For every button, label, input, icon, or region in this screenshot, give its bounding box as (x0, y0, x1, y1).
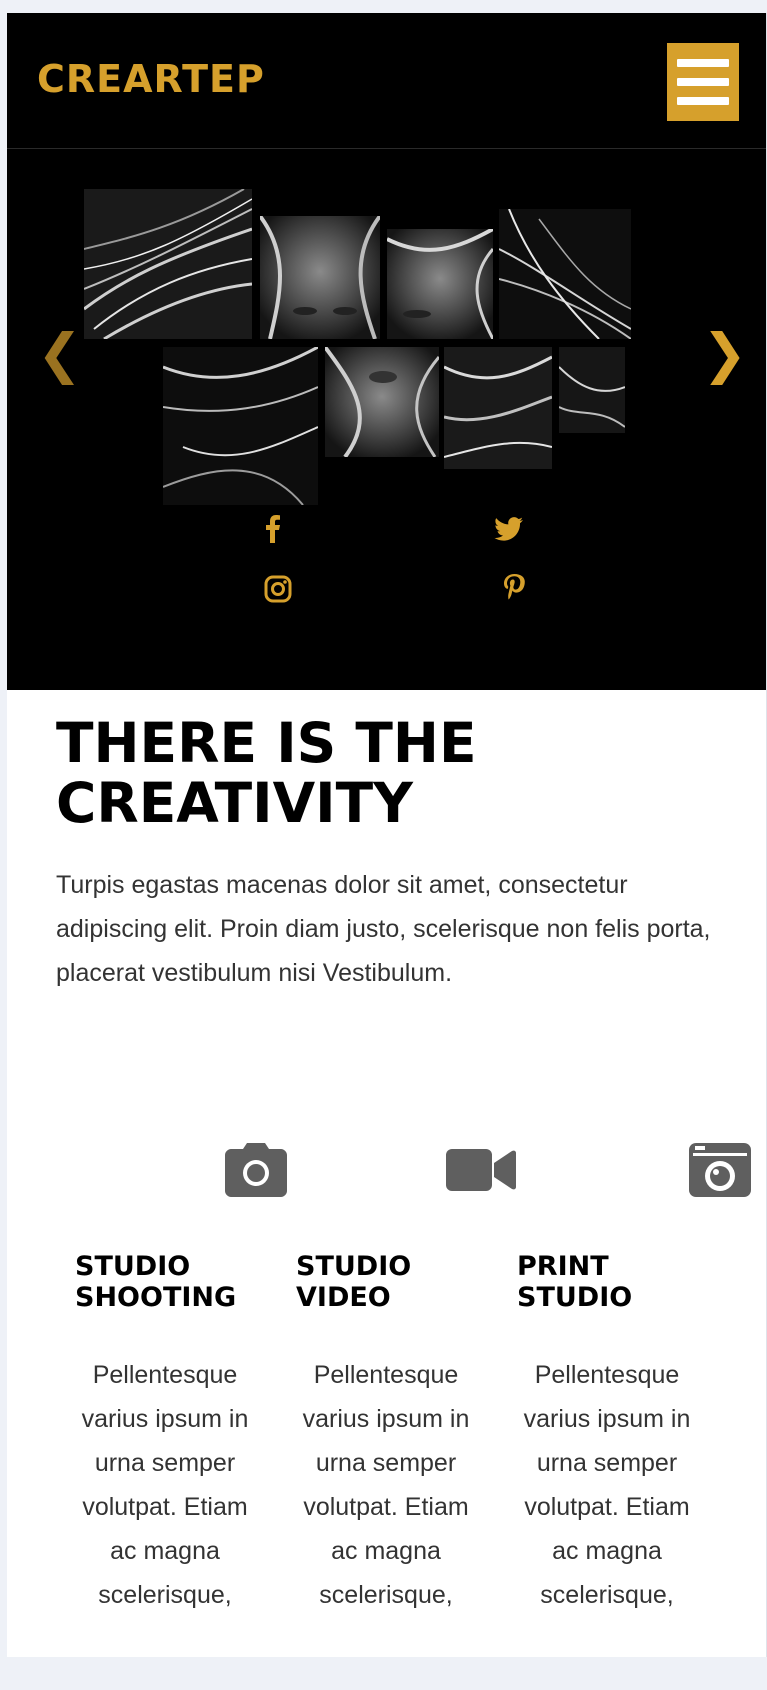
hero-slider: ❮ ❯ (7, 149, 766, 690)
page: CREARTEP ❮ ❯ THERE IS THE CREATIVITY Tur… (7, 13, 767, 1657)
intro-text: Turpis egastas macenas dolor sit amet, c… (56, 871, 711, 987)
service-title: STUDIO SHOOTING (75, 1251, 237, 1313)
camera-icon (225, 1143, 287, 1197)
site-logo[interactable]: CREARTEP (37, 57, 265, 101)
service-studio-video: STUDIO VIDEO Pellentesque varius ipsum i… (296, 1143, 516, 1657)
service-print-studio: PRINT STUDIO Pellentesque varius ipsum i… (517, 1143, 751, 1657)
pinterest-icon[interactable] (494, 567, 534, 607)
mosaic-tile (260, 216, 380, 339)
mosaic-tile (499, 209, 631, 339)
photo-mosaic (7, 149, 766, 549)
mosaic-tile (444, 347, 552, 469)
print-camera-icon (689, 1143, 751, 1197)
instagram-icon[interactable] (258, 569, 298, 609)
service-studio-shooting: STUDIO SHOOTING Pellentesque varius ipsu… (75, 1143, 287, 1657)
twitter-icon[interactable] (488, 509, 528, 549)
site-header: CREARTEP (7, 13, 766, 149)
service-title: STUDIO VIDEO (296, 1251, 412, 1313)
facebook-icon[interactable] (253, 509, 293, 549)
service-text: Pellentesque varius ipsum in urna semper… (81, 1361, 249, 1609)
mosaic-tile (387, 229, 493, 339)
mosaic-tile (163, 347, 318, 505)
page-headline: THERE IS THE CREATIVITY (56, 711, 477, 835)
mosaic-tile (84, 189, 252, 339)
mosaic-tile (325, 347, 439, 457)
service-text: Pellentesque varius ipsum in urna semper… (523, 1361, 691, 1609)
menu-button[interactable] (667, 43, 739, 121)
video-camera-icon (446, 1143, 516, 1197)
service-title: PRINT STUDIO (517, 1251, 633, 1313)
mosaic-tile (559, 347, 625, 433)
service-text: Pellentesque varius ipsum in urna semper… (302, 1361, 470, 1609)
